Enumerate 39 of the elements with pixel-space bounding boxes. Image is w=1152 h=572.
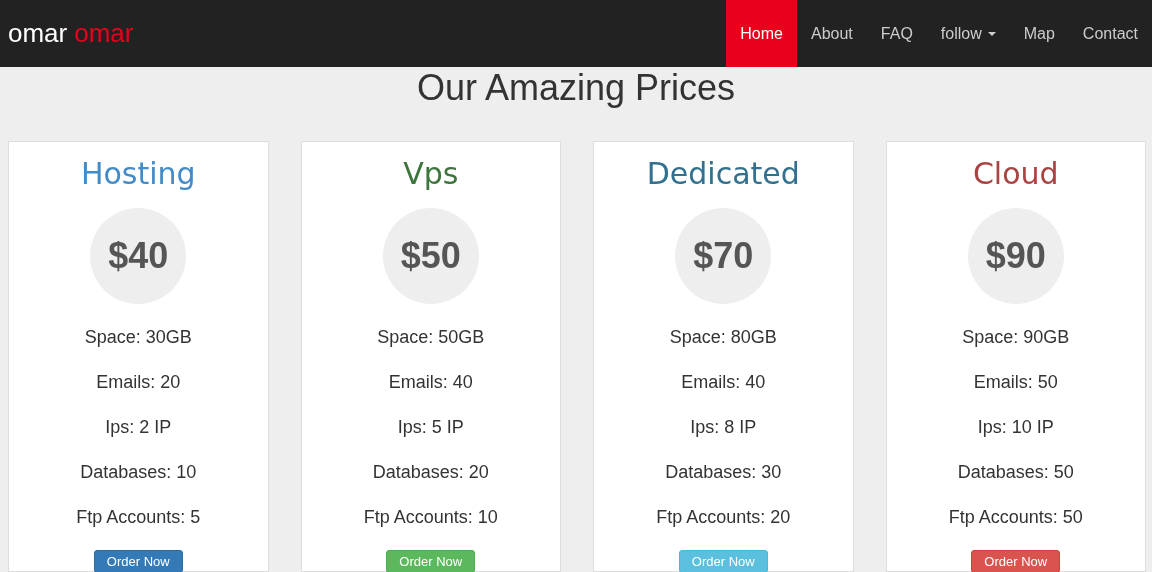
plan-title: Dedicated [646,156,800,192]
plan-feature: Emails: 20 [96,371,181,394]
plan-feature: Ips: 8 IP [690,416,757,439]
plan-feature: Space: 30GB [84,326,192,349]
price-circle: $50 [382,208,479,304]
price-circle: $40 [90,208,187,304]
plan-feature: Ftp Accounts: 20 [656,506,791,529]
plan-feature: Databases: 10 [80,461,197,484]
plan-feature: Emails: 40 [681,371,766,394]
plan-feature: Emails: 40 [388,371,473,394]
plan-feature: Ftp Accounts: 50 [948,506,1083,529]
order-button[interactable]: Order Now [971,550,1061,572]
caret-icon [987,31,996,36]
plan-feature: Ips: 5 IP [397,416,464,439]
plan-feature: Databases: 50 [957,461,1074,484]
plan-feature: Ips: 10 IP [977,416,1054,439]
plan-feature: Emails: 50 [973,371,1058,394]
nav-link[interactable]: follow [926,0,1010,67]
plan-feature: Databases: 30 [665,461,782,484]
nav-link[interactable]: Contact [1068,0,1152,67]
nav-link[interactable]: FAQ [866,0,927,67]
nav-link[interactable]: About [797,0,867,67]
page-heading: Our Amazing Prices [415,68,737,108]
plan-feature: Ips: 2 IP [105,416,172,439]
nav-link[interactable]: Map [1009,0,1069,67]
plan-title: Hosting [80,156,196,192]
plan-title: Vps [403,156,459,192]
plan-feature: Space: 50GB [377,326,485,349]
plan-feature: Databases: 20 [372,461,489,484]
plan-feature: Space: 80GB [669,326,777,349]
plan-title: Cloud [972,156,1059,192]
plan-feature: Ftp Accounts: 5 [76,506,201,529]
nav-link[interactable]: Home [726,0,797,67]
plan-feature: Space: 90GB [962,326,1070,349]
brand-text[interactable]: omar [8,18,68,49]
price-circle: $90 [967,208,1064,304]
plan-feature: Ftp Accounts: 10 [363,506,498,529]
price-circle: $70 [675,208,772,304]
order-button[interactable]: Order Now [93,550,183,572]
